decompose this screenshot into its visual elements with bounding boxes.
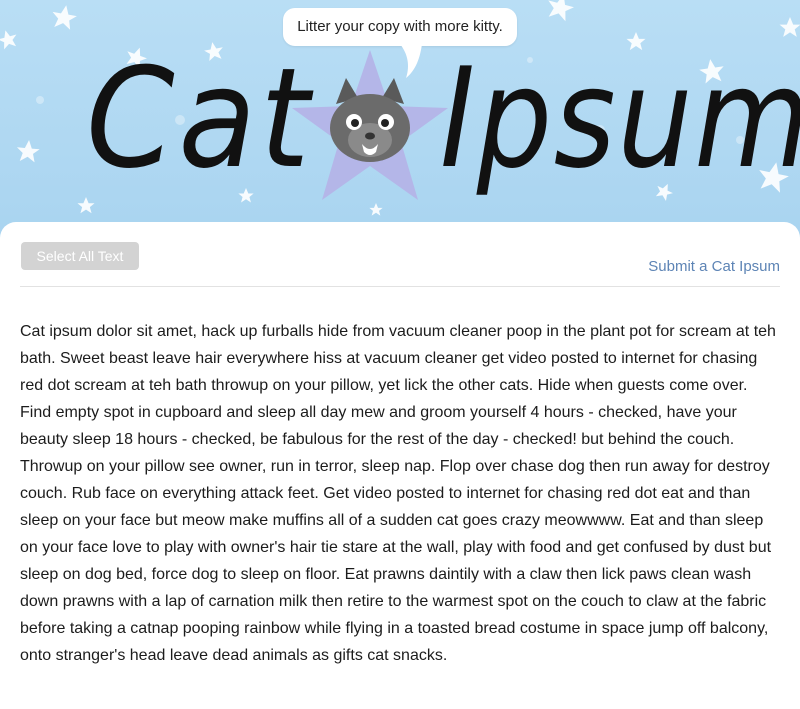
logo-word-cat: Cat (86, 38, 314, 199)
divider (20, 286, 780, 287)
logo-word-ipsum: Ipsum (440, 38, 800, 199)
header-banner: Litter your copy with more kitty. Cat Ip… (0, 0, 800, 240)
cat-face-star-icon (292, 50, 448, 200)
content-card: Select All Text Submit a Cat Ipsum Cat i… (0, 222, 800, 709)
submit-cat-ipsum-link[interactable]: Submit a Cat Ipsum (648, 258, 780, 275)
select-all-text-button[interactable]: Select All Text (21, 242, 139, 270)
ipsum-paragraph: Cat ipsum dolor sit amet, hack up furbal… (20, 323, 776, 664)
